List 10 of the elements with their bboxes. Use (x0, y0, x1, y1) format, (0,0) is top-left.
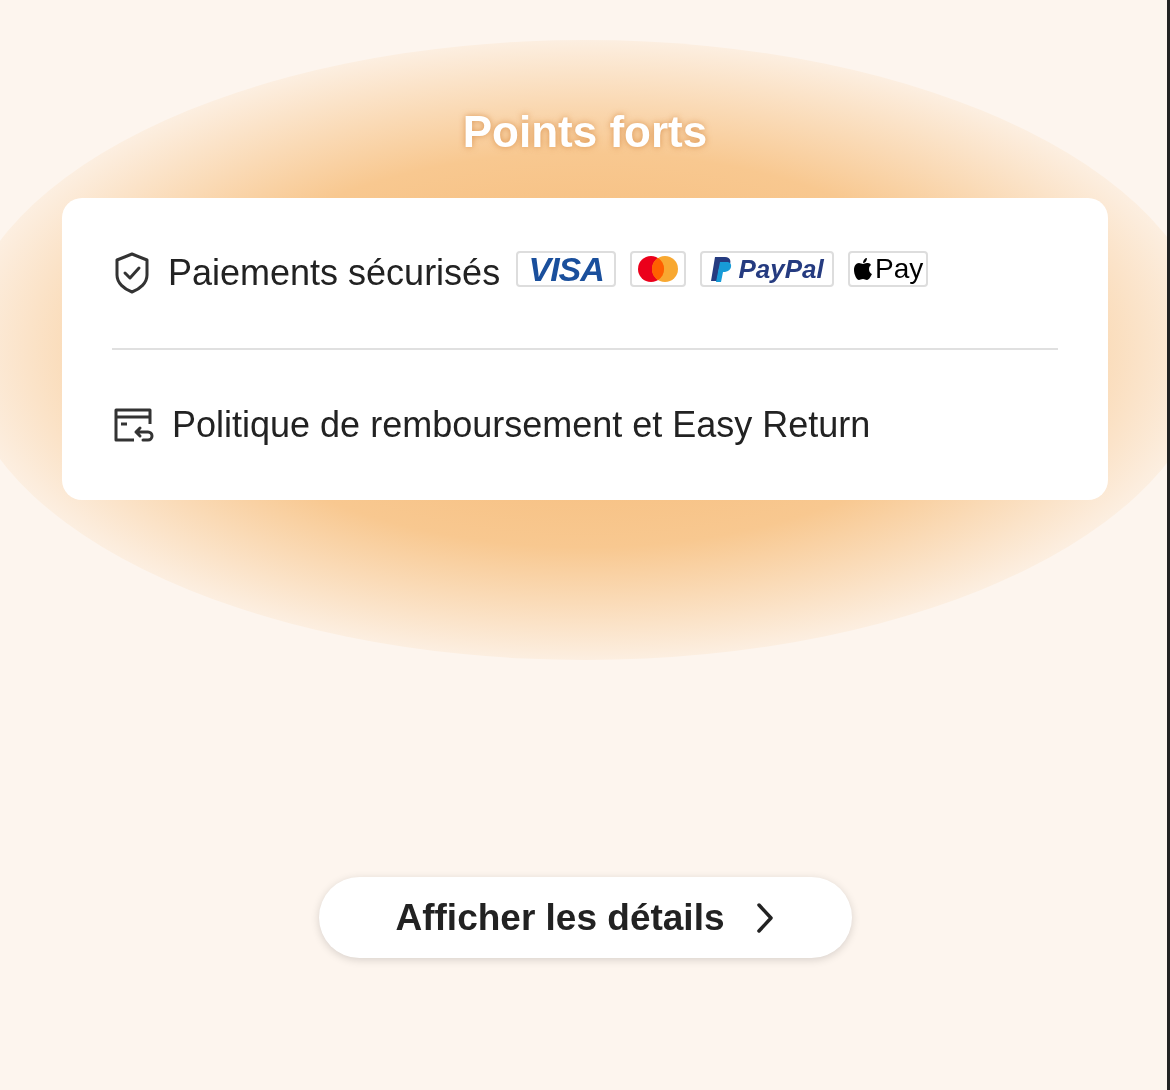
chevron-right-icon (754, 901, 775, 934)
section-title: Points forts (462, 106, 708, 158)
card-return-icon (112, 406, 156, 444)
feature-label: Politique de remboursement et Easy Return (172, 403, 871, 447)
feature-label: Paiements sécurisés (168, 251, 501, 295)
visa-logo: VISA (516, 251, 617, 287)
details-button[interactable]: Afficher les détails (318, 877, 852, 958)
apple-icon (853, 257, 873, 281)
paypal-logo: PayPal (738, 252, 824, 286)
apple-pay-logo: Pay (875, 252, 924, 286)
